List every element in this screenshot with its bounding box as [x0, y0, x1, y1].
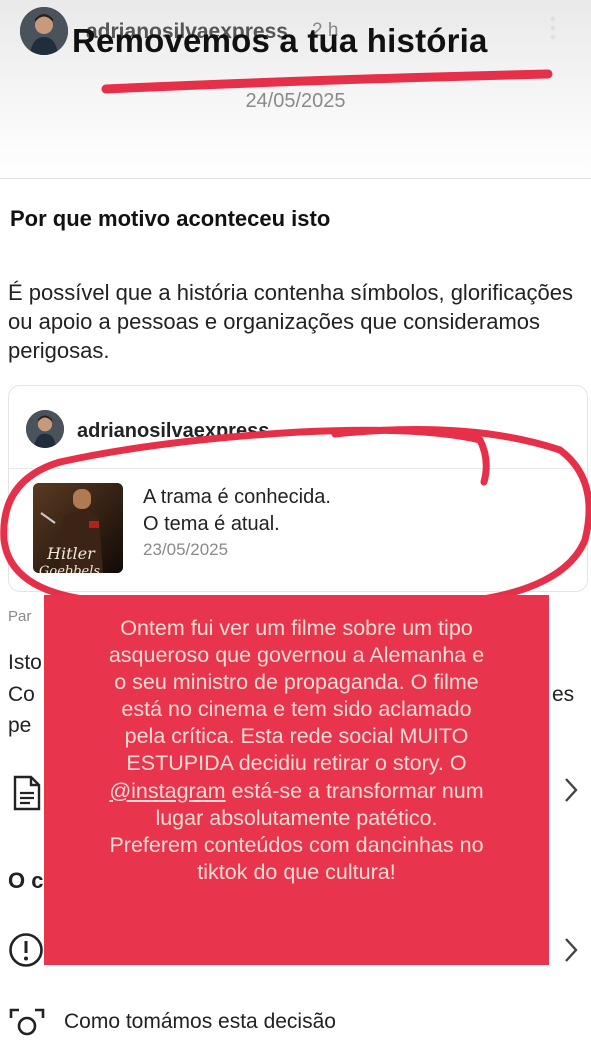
overlay-line: Preferem conteúdos com dancinhas no [109, 832, 484, 857]
overlay-text-block: Ontem fui ver um filme sobre um tipo asq… [44, 615, 549, 886]
card-divider [9, 468, 586, 469]
chevron-right-icon[interactable] [563, 776, 579, 812]
overlay-line: o seu ministro de propaganda. O filme [114, 670, 479, 695]
story-avatar[interactable] [20, 7, 68, 55]
partial-heading: O c [8, 868, 44, 893]
overlay-line: tiktok do que cultura! [197, 859, 396, 884]
more-options-icon[interactable] [546, 14, 560, 44]
overlay-line: ESTUPIDA decidiu retirar o story. O [126, 751, 467, 776]
reason-body: É possível que a história contenha símbo… [8, 280, 573, 363]
document-icon [12, 775, 42, 816]
post-thumbnail: Hitler Goebbels [33, 483, 123, 573]
partial-text-3: es [552, 683, 575, 706]
post-avatar [26, 410, 64, 448]
overlay-line: lugar absolutamente patético. [155, 805, 438, 830]
post-username: adrianosilvaexpress [77, 420, 270, 442]
overlay-line: está no cinema e tem sido aclamado [121, 697, 472, 722]
overlay-line: pela crítica. Esta rede social MUITO [124, 724, 469, 749]
partial-text-1: Isto [8, 651, 42, 674]
decision-link[interactable]: Como tomámos esta decisão [64, 1010, 336, 1034]
removal-date: 24/05/2025 [245, 90, 346, 112]
overlay-line-with-mention: @instagram está-se a transformar num [44, 778, 549, 805]
overlay-line: asqueroso que governou a Alemanha e [108, 643, 485, 668]
overlay-line: está-se a transformar num [231, 778, 484, 803]
divider [0, 178, 591, 179]
post-caption-line-1: A trama é conhecida. [143, 486, 331, 508]
thumb-title-2: Goebbels [39, 564, 100, 573]
post-date: 23/05/2025 [143, 540, 229, 559]
thumb-title-1: Hitler [46, 544, 96, 563]
page-title: Removemos a tua história [72, 22, 488, 59]
instagram-mention[interactable]: @instagram [109, 779, 225, 803]
alert-circle-icon [8, 932, 44, 973]
chevron-right-icon-2[interactable] [563, 936, 579, 972]
partial-label: Par [8, 608, 32, 625]
partial-text-4: pe [8, 714, 32, 737]
post-caption-line-2: O tema é atual. [143, 513, 280, 535]
overlay-line: Ontem fui ver um filme sobre um tipo [120, 616, 473, 640]
partial-text-2: Co [8, 683, 35, 706]
reason-heading: Por que motivo aconteceu isto [10, 206, 331, 231]
